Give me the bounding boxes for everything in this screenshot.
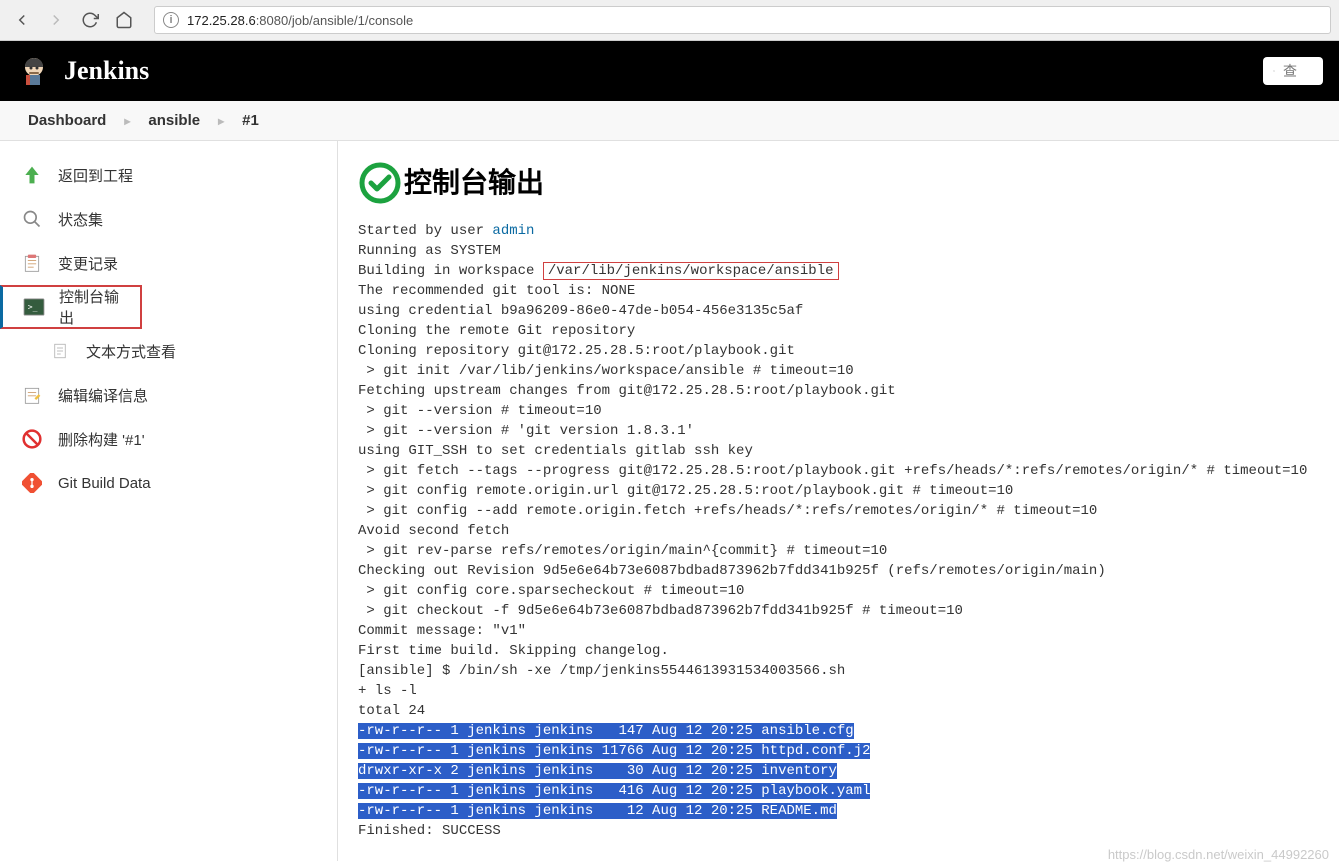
sidebar-item-label: 文本方式查看 — [86, 341, 176, 362]
sidebar-item-console[interactable]: >_ 控制台输出 — [0, 285, 142, 329]
search-icon — [1273, 63, 1275, 79]
chevron-right-icon: ▸ — [124, 114, 130, 128]
url-bar[interactable]: i 172.25.28.6:8080/job/ansible/1/console — [154, 6, 1331, 34]
svg-text:>_: >_ — [28, 302, 38, 312]
console-line: > git rev-parse refs/remotes/origin/main… — [358, 543, 887, 559]
console-line: Building in workspace — [358, 263, 543, 279]
console-line: using credential b9a96209-86e0-47de-b054… — [358, 303, 803, 319]
arrow-up-icon — [20, 163, 44, 187]
page-title-row: 控制台输出 — [358, 161, 1319, 201]
console-line: > git init /var/lib/jenkins/workspace/an… — [358, 363, 854, 379]
back-button[interactable] — [8, 6, 36, 34]
console-line: > git checkout -f 9d5e6e64b73e6087bdbad8… — [358, 603, 963, 619]
sidebar: 返回到工程 状态集 变更记录 >_ 控制台输出 文本方式查看 — [0, 141, 338, 861]
console-line: Finished: SUCCESS — [358, 823, 501, 839]
breadcrumb-dashboard[interactable]: Dashboard — [28, 112, 106, 129]
console-line: [ansible] $ /bin/sh -xe /tmp/jenkins5544… — [358, 663, 845, 679]
magnify-icon — [20, 207, 44, 231]
info-icon: i — [163, 12, 179, 28]
sidebar-item-label: Git Build Data — [58, 475, 151, 492]
page-title: 控制台输出 — [404, 161, 544, 201]
console-output: Started by user admin Running as SYSTEM … — [358, 221, 1319, 841]
console-line: > git config core.sparsecheckout # timeo… — [358, 583, 744, 599]
console-line: Cloning repository git@172.25.28.5:root/… — [358, 343, 795, 359]
console-line: The recommended git tool is: NONE — [358, 283, 635, 299]
console-line-selected: -rw-r--r-- 1 jenkins jenkins 416 Aug 12 … — [358, 783, 870, 799]
breadcrumb-job[interactable]: ansible — [148, 112, 200, 129]
jenkins-header: Jenkins — [0, 41, 1339, 101]
jenkins-brand[interactable]: Jenkins — [16, 53, 149, 89]
sidebar-item-label: 编辑编译信息 — [58, 385, 148, 406]
sidebar-item-label: 删除构建 '#1' — [58, 429, 145, 450]
admin-user-link[interactable]: admin — [492, 223, 534, 239]
console-line: Commit message: "v1" — [358, 623, 526, 639]
console-line: using GIT_SSH to set credentials gitlab … — [358, 443, 753, 459]
console-line: > git --version # 'git version 1.8.3.1' — [358, 423, 694, 439]
document-icon — [48, 339, 72, 363]
console-line: Avoid second fetch — [358, 523, 509, 539]
console-line-selected: drwxr-xr-x 2 jenkins jenkins 30 Aug 12 2… — [358, 763, 837, 779]
search-input[interactable] — [1283, 63, 1313, 79]
jenkins-logo-icon — [16, 53, 52, 89]
console-line-selected: -rw-r--r-- 1 jenkins jenkins 147 Aug 12 … — [358, 723, 854, 739]
sidebar-item-label: 状态集 — [58, 209, 103, 230]
sidebar-item-back[interactable]: 返回到工程 — [0, 153, 337, 197]
console-line-selected: -rw-r--r-- 1 jenkins jenkins 12 Aug 12 2… — [358, 803, 837, 819]
breadcrumb-build[interactable]: #1 — [242, 112, 259, 129]
sidebar-item-edit-build[interactable]: 编辑编译信息 — [0, 373, 337, 417]
console-line: Checking out Revision 9d5e6e64b73e6087bd… — [358, 563, 1106, 579]
console-line: > git config remote.origin.url git@172.2… — [358, 483, 1013, 499]
workspace-path-highlight: /var/lib/jenkins/workspace/ansible — [543, 262, 839, 280]
success-check-icon — [358, 161, 398, 201]
console-line: > git fetch --tags --progress git@172.25… — [358, 463, 1307, 479]
notepad-edit-icon — [20, 383, 44, 407]
forward-button[interactable] — [42, 6, 70, 34]
console-line: Cloning the remote Git repository — [358, 323, 635, 339]
watermark: https://blog.csdn.net/weixin_44992260 — [1108, 847, 1329, 862]
console-line: total 24 — [358, 703, 425, 719]
jenkins-title: Jenkins — [64, 56, 149, 86]
content-area: 控制台输出 Started by user admin Running as S… — [338, 141, 1339, 861]
notepad-icon — [20, 251, 44, 275]
sidebar-item-label: 返回到工程 — [58, 165, 133, 186]
reload-button[interactable] — [76, 6, 104, 34]
search-box[interactable] — [1263, 57, 1323, 85]
sidebar-item-status[interactable]: 状态集 — [0, 197, 337, 241]
breadcrumbs: Dashboard ▸ ansible ▸ #1 — [0, 101, 1339, 141]
terminal-icon: >_ — [23, 295, 45, 319]
no-entry-icon — [20, 427, 44, 451]
console-line-selected: -rw-r--r-- 1 jenkins jenkins 11766 Aug 1… — [358, 743, 870, 759]
chevron-right-icon: ▸ — [218, 114, 224, 128]
console-line: + ls -l — [358, 683, 417, 699]
sidebar-item-plain-text[interactable]: 文本方式查看 — [0, 329, 337, 373]
git-icon — [20, 471, 44, 495]
sidebar-item-label: 控制台输出 — [59, 286, 120, 328]
console-line: Fetching upstream changes from git@172.2… — [358, 383, 896, 399]
url-text: 172.25.28.6:8080/job/ansible/1/console — [187, 13, 413, 28]
console-line: > git config --add remote.origin.fetch +… — [358, 503, 1097, 519]
sidebar-item-changes[interactable]: 变更记录 — [0, 241, 337, 285]
browser-toolbar: i 172.25.28.6:8080/job/ansible/1/console — [0, 0, 1339, 41]
console-line: > git --version # timeout=10 — [358, 403, 602, 419]
sidebar-item-label: 变更记录 — [58, 253, 118, 274]
sidebar-item-delete-build[interactable]: 删除构建 '#1' — [0, 417, 337, 461]
console-line: First time build. Skipping changelog. — [358, 643, 669, 659]
sidebar-item-git-data[interactable]: Git Build Data — [0, 461, 337, 505]
console-line: Started by user — [358, 223, 492, 239]
home-button[interactable] — [110, 6, 138, 34]
console-line: Running as SYSTEM — [358, 243, 501, 259]
